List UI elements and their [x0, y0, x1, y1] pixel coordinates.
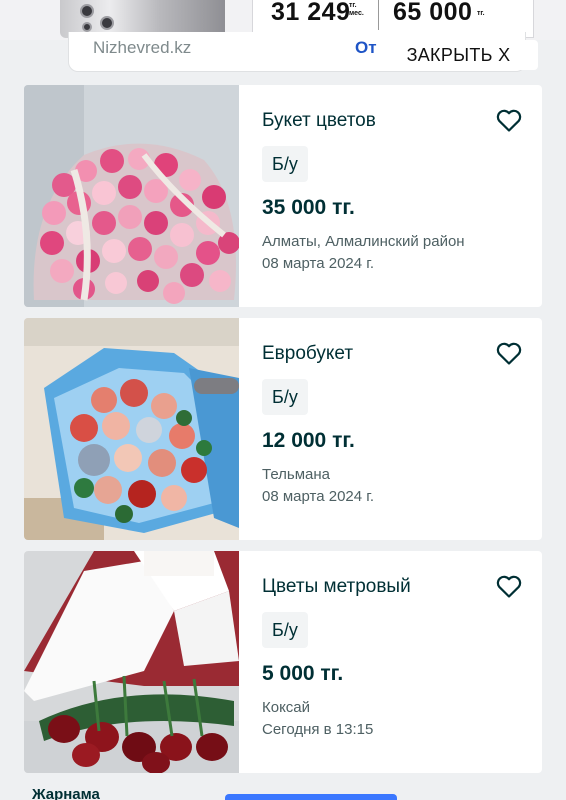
camera-lens-icon — [100, 16, 114, 30]
ad-monthly-unit-currency: тг. — [349, 2, 357, 9]
listing-card[interactable]: Букет цветов Б/у 35 000 тг. Алматы, Алма… — [24, 85, 542, 307]
heart-outline-icon[interactable] — [496, 109, 522, 133]
ad-full-price: 65 000 — [393, 0, 473, 26]
ad-monthly-price: 31 249 — [271, 0, 351, 26]
listing-title[interactable]: Цветы метровый — [262, 576, 411, 598]
listing-date: 08 марта 2024 г. — [262, 255, 375, 272]
listing-date: Сегодня в 13:15 — [262, 721, 374, 738]
listing-photo[interactable] — [24, 85, 239, 307]
listing-date: 08 марта 2024 г. — [262, 488, 375, 505]
listing-title[interactable]: Букет цветов — [262, 110, 376, 132]
ad-price-divider — [378, 0, 379, 30]
ad-source-domain: Nizhevred.kz — [93, 38, 192, 57]
ad-open-link[interactable]: От — [355, 38, 377, 58]
ad-monthly-unit-period: мес. — [349, 10, 364, 17]
condition-badge: Б/у — [262, 379, 308, 415]
listing-card[interactable]: Цветы метровый Б/у 5 000 тг. Коксай Сего… — [24, 551, 542, 773]
camera-lens-icon — [80, 4, 94, 18]
ad-full-price-unit: тг. — [477, 10, 485, 17]
close-ad-button[interactable]: ЗАКРЫТЬ X — [379, 40, 538, 70]
listing-photo[interactable] — [24, 318, 239, 540]
listing-price: 5 000 тг. — [262, 662, 344, 685]
camera-lens-icon — [82, 22, 92, 32]
advertisement-label: Жарнама — [32, 786, 100, 800]
listing-location: Коксай — [262, 699, 311, 716]
condition-badge: Б/у — [262, 612, 308, 648]
listing-price: 35 000 тг. — [262, 196, 355, 219]
heart-outline-icon[interactable] — [496, 575, 522, 599]
listing-location: Тельмана — [262, 466, 331, 483]
listing-card[interactable]: Евробукет Б/у 12 000 тг. Тельмана 08 мар… — [24, 318, 542, 540]
condition-badge: Б/у — [262, 146, 308, 182]
listing-photo[interactable] — [24, 551, 239, 773]
listing-location: Алматы, Алмалинский район — [262, 233, 465, 250]
bottom-action-button[interactable] — [225, 794, 397, 800]
heart-outline-icon[interactable] — [496, 342, 522, 366]
listing-price: 12 000 тг. — [262, 429, 355, 452]
listing-title[interactable]: Евробукет — [262, 343, 353, 365]
